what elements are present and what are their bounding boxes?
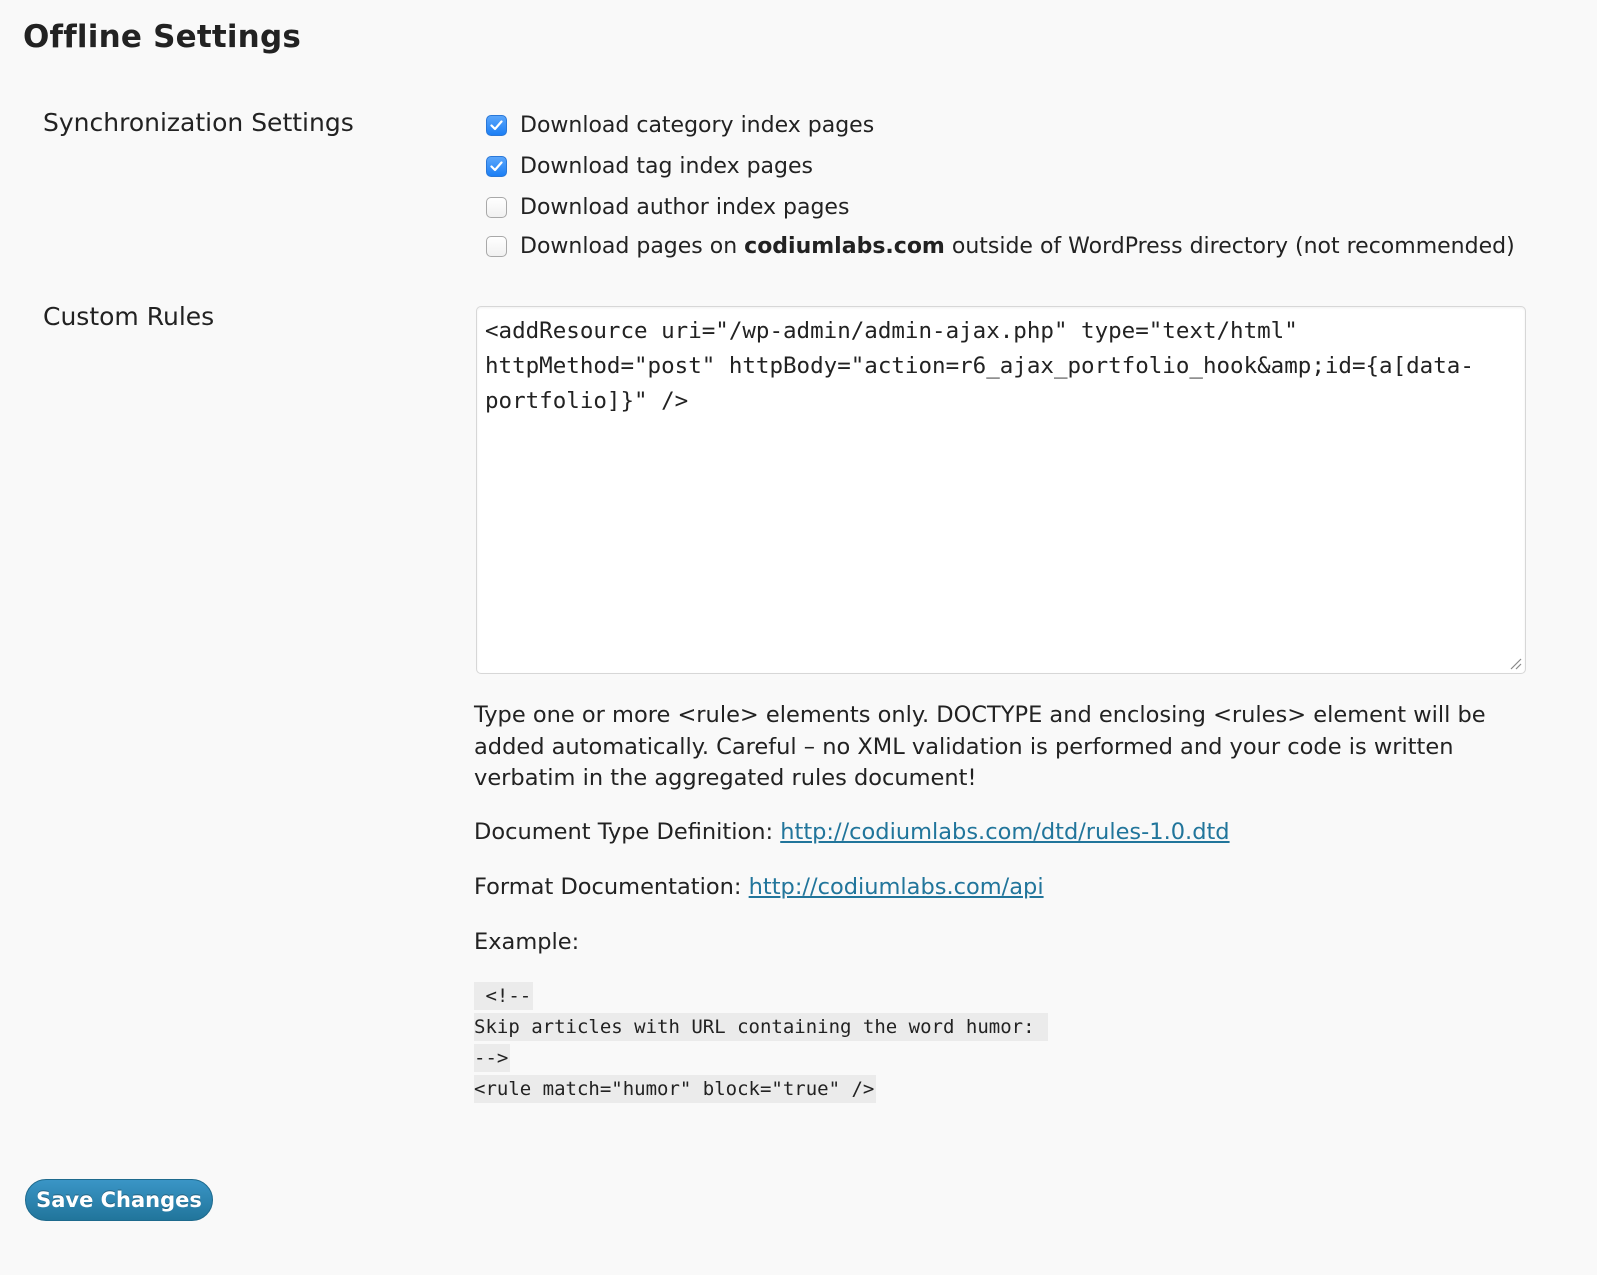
- example-code-line: <rule match="humor" block="true" />: [474, 1074, 1048, 1105]
- synchronization-settings-label: Synchronization Settings: [43, 108, 354, 137]
- example-code-block: <!-- Skip articles with URL containing t…: [474, 981, 1048, 1105]
- resize-handle-icon[interactable]: [1508, 656, 1522, 670]
- outside-directory-label[interactable]: Download pages on codiumlabs.com outside…: [520, 234, 1515, 259]
- checkmark-icon: [490, 119, 503, 130]
- tag-index-label[interactable]: Download tag index pages: [520, 154, 813, 179]
- author-index-checkbox[interactable]: [486, 196, 507, 218]
- save-changes-button[interactable]: Save Changes: [25, 1179, 213, 1221]
- category-index-checkbox[interactable]: [486, 114, 507, 136]
- example-code-line: -->: [474, 1043, 1048, 1074]
- custom-rules-textarea[interactable]: <addResource uri="/wp-admin/admin-ajax.p…: [477, 307, 1525, 673]
- outside-directory-label-suffix: outside of WordPress directory (not reco…: [944, 233, 1515, 259]
- format-label: Format Documentation:: [474, 874, 749, 900]
- checkmark-icon: [490, 160, 503, 171]
- format-line: Format Documentation: http://codiumlabs.…: [474, 872, 1534, 904]
- rules-help-text: Type one or more <rule> elements only. D…: [474, 702, 1486, 791]
- outside-directory-label-prefix: Download pages on: [520, 233, 745, 259]
- example-code-line: Skip articles with URL containing the wo…: [474, 1012, 1048, 1043]
- category-index-label[interactable]: Download category index pages: [520, 113, 874, 138]
- site-domain: codiumlabs.com: [744, 233, 945, 259]
- outside-directory-checkbox[interactable]: [486, 235, 507, 257]
- option-author-index[interactable]: Download author index pages: [486, 192, 849, 222]
- option-category-index[interactable]: Download category index pages: [486, 110, 874, 140]
- page-title: Offline Settings: [23, 19, 301, 55]
- example-label: Example:: [474, 929, 580, 955]
- custom-rules-field[interactable]: <addResource uri="/wp-admin/admin-ajax.p…: [476, 306, 1526, 674]
- example-code-line: <!--: [474, 981, 1048, 1012]
- dtd-label: Document Type Definition:: [474, 819, 781, 845]
- option-outside-directory[interactable]: Download pages on codiumlabs.com outside…: [486, 231, 1515, 261]
- format-documentation-link[interactable]: http://codiumlabs.com/api: [749, 874, 1044, 900]
- author-index-label[interactable]: Download author index pages: [520, 195, 849, 220]
- option-tag-index[interactable]: Download tag index pages: [486, 151, 813, 181]
- dtd-link[interactable]: http://codiumlabs.com/dtd/rules-1.0.dtd: [780, 819, 1229, 845]
- dtd-line: Document Type Definition: http://codiuml…: [474, 817, 1534, 849]
- custom-rules-label: Custom Rules: [43, 302, 215, 331]
- tag-index-checkbox[interactable]: [486, 155, 507, 177]
